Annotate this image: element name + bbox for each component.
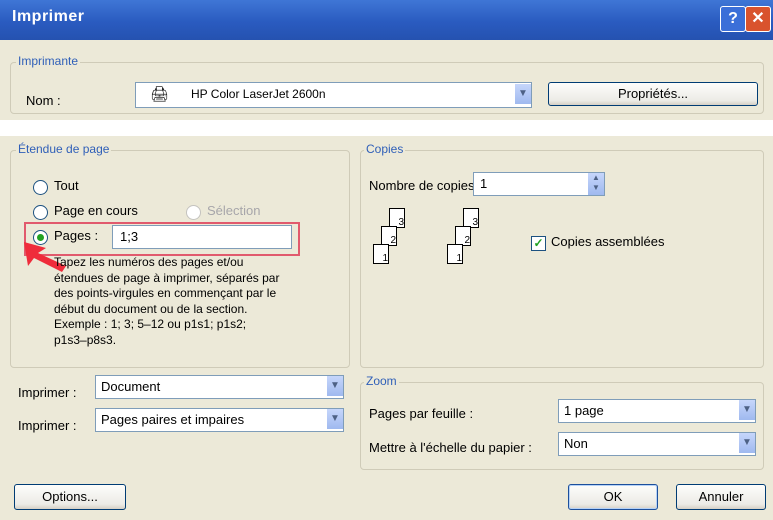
copies-spinner[interactable]: ▲ ▼	[588, 173, 604, 195]
chevron-down-icon[interactable]: ▼	[738, 433, 755, 453]
pages-help-text: Tapez les numéros des pages et/ou étendu…	[54, 255, 279, 348]
properties-button[interactable]: Propriétés...	[548, 82, 758, 106]
help-line: Tapez les numéros des pages et/ou	[54, 255, 244, 269]
page-sheet: 3	[463, 208, 479, 228]
print-what-value: Document	[101, 379, 161, 394]
copies-number-input[interactable]: 1 ▲ ▼	[473, 172, 605, 196]
scale-paper-label: Mettre à l'échelle du papier :	[369, 440, 532, 455]
title-bar	[0, 0, 773, 40]
print-what-select[interactable]: Document ▼	[95, 375, 344, 399]
help-line: des points-virgules en commençant par le	[54, 286, 277, 300]
printer-name-label: Nom :	[26, 93, 61, 108]
pages-per-sheet-label: Pages par feuille :	[369, 406, 474, 421]
pages-per-sheet-value: 1 page	[564, 403, 604, 418]
cancel-button[interactable]: Annuler	[676, 484, 766, 510]
radio-all[interactable]	[33, 180, 48, 195]
print-pages-label: Imprimer :	[18, 418, 77, 433]
options-button[interactable]: Options...	[14, 484, 126, 510]
print-pages-value: Pages paires et impaires	[101, 412, 245, 427]
radio-current-page-label: Page en cours	[54, 203, 138, 218]
copies-number-label: Nombre de copies :	[369, 178, 482, 193]
scale-paper-select[interactable]: Non ▼	[558, 432, 756, 456]
printer-select[interactable]: 🖨 HP Color LaserJet 2600n ▼	[135, 82, 532, 108]
collated-pages-illustration-1: 3 2 1	[373, 208, 433, 278]
dialog-title: Imprimer	[12, 8, 85, 25]
ok-button[interactable]: OK	[568, 484, 658, 510]
copies-number-value: 1	[480, 176, 488, 191]
help-line: début du document ou de la section.	[54, 301, 248, 316]
page-range-label: Étendue de page	[16, 142, 112, 156]
collate-label: Copies assemblées	[551, 234, 665, 249]
pages-input[interactable]: 1;3	[112, 225, 292, 249]
page-sheet: 2	[381, 226, 397, 246]
printer-icon: 🖨	[150, 86, 170, 103]
radio-current-page[interactable]	[33, 205, 48, 220]
printer-name-value: HP Color LaserJet 2600n	[191, 87, 326, 101]
scale-paper-value: Non	[564, 436, 588, 451]
printer-group-label: Imprimante	[16, 54, 81, 68]
radio-all-label: Tout	[54, 178, 79, 193]
close-button[interactable]: ✕	[745, 6, 771, 32]
help-line: Exemple : 1; 3; 5–12 ou p1s1; p1s2;	[54, 317, 247, 331]
chevron-down-icon[interactable]: ▼	[514, 84, 531, 104]
help-button[interactable]: ?	[720, 6, 746, 32]
chevron-down-icon[interactable]: ▼	[326, 376, 343, 396]
print-what-label: Imprimer :	[18, 385, 77, 400]
page-sheet: 2	[455, 226, 471, 246]
page-sheet: 3	[389, 208, 405, 228]
chevron-down-icon[interactable]: ▼	[738, 400, 755, 420]
radio-selection	[186, 205, 201, 220]
zoom-group-label: Zoom	[364, 374, 399, 388]
copies-group-label: Copies	[364, 142, 406, 156]
radio-selection-label: Sélection	[207, 203, 261, 218]
collate-checkbox[interactable]: ✓	[531, 236, 546, 251]
zoom-group	[360, 382, 764, 470]
help-line: étendues de page à imprimer, séparés par	[54, 270, 280, 285]
pages-per-sheet-select[interactable]: 1 page ▼	[558, 399, 756, 423]
collated-pages-illustration-2: 3 2 1	[447, 208, 507, 278]
page-sheet: 1	[373, 244, 389, 264]
print-pages-select[interactable]: Pages paires et impaires ▼	[95, 408, 344, 432]
pages-input-value: 1;3	[120, 229, 139, 244]
page-sheet: 1	[447, 244, 463, 264]
help-line: p1s3–p8s3.	[54, 332, 117, 347]
chevron-down-icon[interactable]: ▼	[326, 409, 343, 429]
